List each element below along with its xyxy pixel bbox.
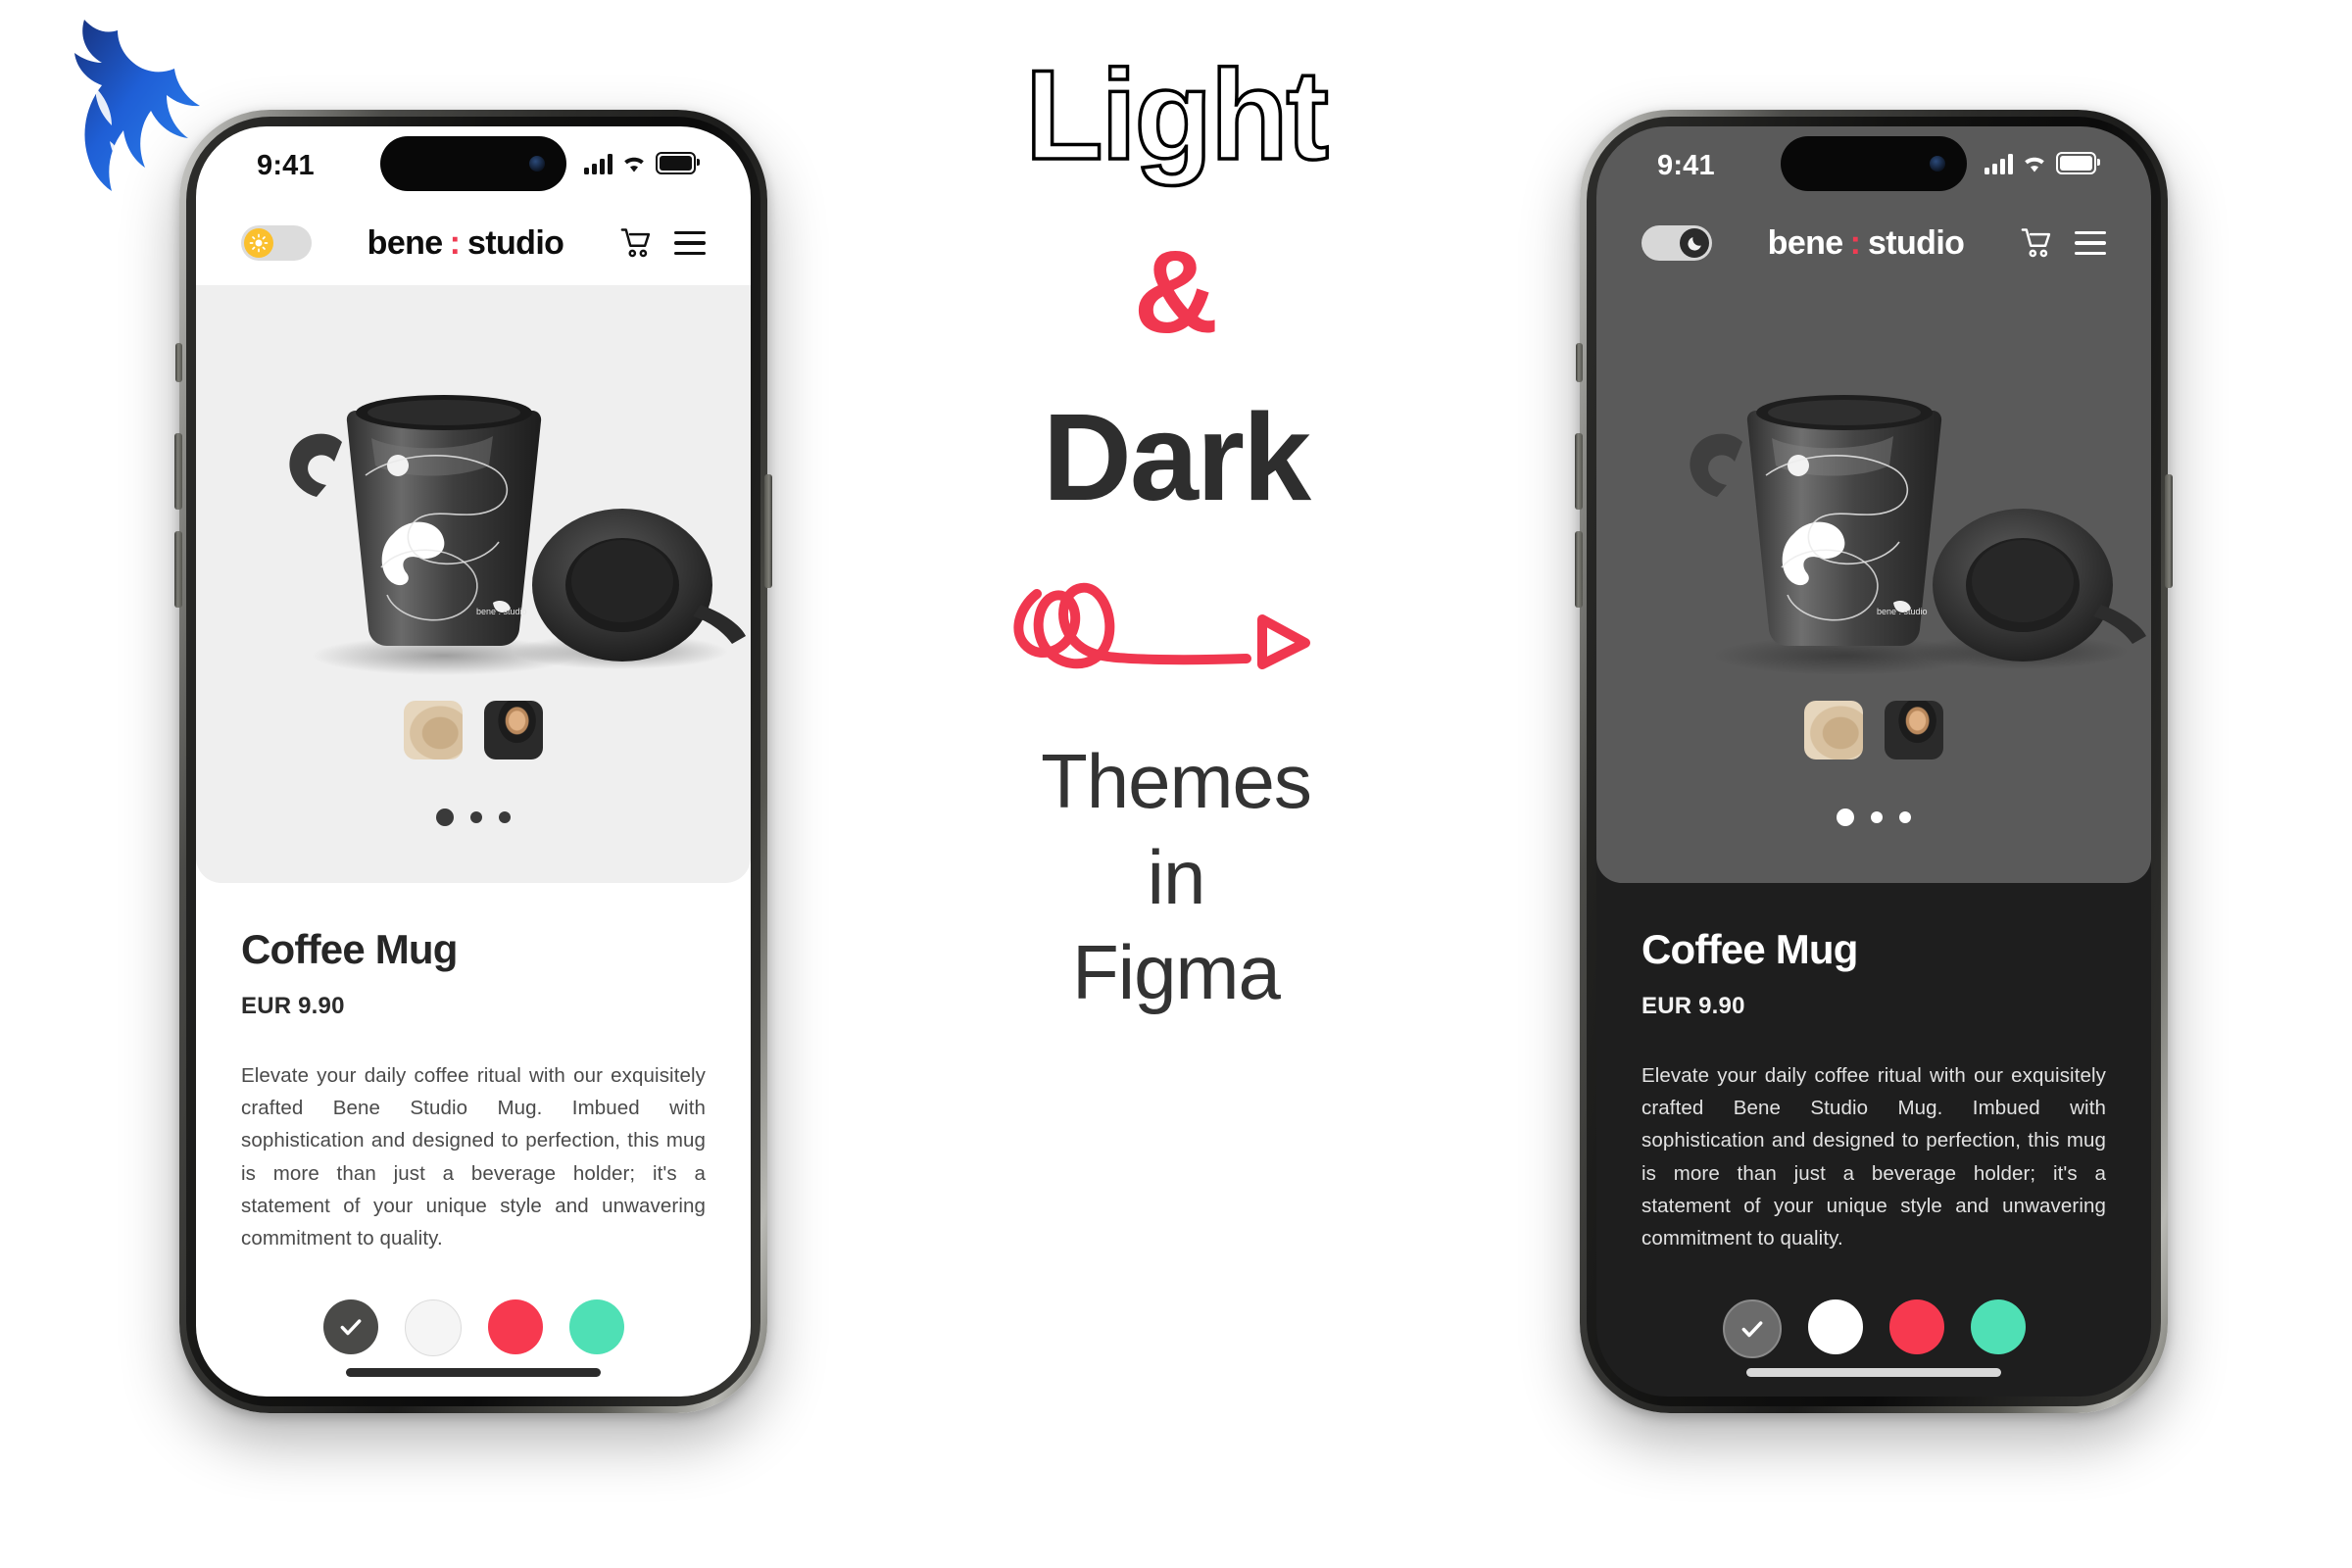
brand-wordmark: bene : studio — [312, 224, 619, 263]
signal-bars-icon — [584, 153, 612, 174]
hamburger-menu-icon[interactable] — [2075, 231, 2106, 255]
headline-line-themes: Themes — [1041, 738, 1312, 824]
color-swatch-group — [241, 1299, 706, 1357]
sun-icon — [244, 228, 273, 258]
wifi-icon — [2025, 157, 2044, 172]
phone-mockup-dark: 9:41 bene: studio bene: studio Coffee … — [1575, 110, 2173, 1413]
color-swatch-white[interactable] — [404, 1299, 462, 1357]
volume-down-button[interactable] — [1575, 531, 1583, 608]
gallery-thumbnails — [1804, 701, 1943, 760]
power-button[interactable] — [2165, 474, 2173, 588]
app-bar-actions — [619, 227, 706, 259]
color-swatch-white[interactable] — [1807, 1299, 1863, 1355]
pagination-dot-3[interactable] — [499, 811, 511, 823]
product-description: Elevate your daily coffee ritual with ou… — [1642, 1064, 2106, 1250]
power-button[interactable] — [764, 474, 772, 588]
poster-stage: 9:41 bene: studio bene: studio Coffee … — [0, 0, 2352, 1568]
theme-toggle-dark[interactable] — [1642, 225, 1712, 261]
volume-up-button[interactable] — [1575, 433, 1583, 510]
thumbnail-mug-interior[interactable] — [1804, 701, 1863, 760]
color-swatch-charcoal[interactable] — [322, 1299, 378, 1355]
signal-bars-icon — [1984, 153, 2013, 174]
hamburger-menu-icon[interactable] — [674, 231, 706, 255]
color-swatch-red[interactable] — [487, 1299, 543, 1355]
color-swatch-group — [1642, 1299, 2106, 1359]
status-bar-time: 9:41 — [257, 150, 315, 181]
product-title: Coffee Mug — [1642, 926, 1858, 972]
gallery-pagination — [1837, 808, 1911, 826]
shopping-cart-icon[interactable] — [619, 227, 653, 259]
shopping-cart-icon[interactable] — [2020, 227, 2053, 259]
status-bar-indicators — [1984, 152, 2100, 174]
brand-name-studio: studio — [1867, 223, 1965, 262]
pagination-dot-2[interactable] — [470, 811, 482, 823]
status-bar: 9:41 — [1596, 126, 2151, 201]
pagination-dot-1[interactable] — [436, 808, 454, 826]
headline-themes-in-figma: Themes in Figma — [1041, 734, 1312, 1021]
home-indicator[interactable] — [1746, 1368, 2001, 1377]
product-main-image: bene : studio — [1596, 291, 2151, 703]
brand-name-bene: bene — [1767, 223, 1844, 262]
phone-screen: 9:41 bene: studio bene: studio Coffee … — [1596, 126, 2151, 1396]
app-bar-actions — [2020, 227, 2106, 259]
color-swatch-red[interactable] — [1888, 1299, 1944, 1355]
pagination-dot-2[interactable] — [1871, 811, 1883, 823]
theme-toggle-light[interactable] — [241, 225, 312, 261]
status-bar-indicators — [584, 152, 700, 174]
wifi-icon — [624, 157, 644, 172]
product-description: Elevate your daily coffee ritual with ou… — [241, 1064, 706, 1250]
headline-line-figma: Figma — [1072, 929, 1281, 1015]
home-indicator[interactable] — [346, 1368, 601, 1377]
brand-separator: : — [1849, 224, 1861, 262]
svg-text:bene : studio: bene : studio — [476, 607, 527, 616]
moon-icon — [1680, 228, 1709, 258]
color-swatch-teal[interactable] — [1970, 1299, 2026, 1355]
phone-mockup-light: 9:41 bene: studio bene: studio Coffee … — [174, 110, 772, 1413]
product-title: Coffee Mug — [241, 926, 458, 972]
svg-text:bene : studio: bene : studio — [1877, 607, 1928, 616]
color-swatch-charcoal[interactable] — [1722, 1299, 1782, 1359]
gallery-thumbnails — [404, 701, 543, 760]
app-bar: bene : studio — [196, 201, 751, 285]
brand-name-studio: studio — [466, 223, 564, 262]
brand-separator: : — [449, 224, 461, 262]
pagination-dot-1[interactable] — [1837, 808, 1854, 826]
app-bar: bene : studio — [1596, 201, 2151, 285]
phone-screen: 9:41 bene: studio bene: studio Coffee … — [196, 126, 751, 1396]
headline-light: Light — [1023, 43, 1330, 186]
product-detail: Coffee Mug EUR 9.90 Elevate your daily c… — [1596, 883, 2151, 1396]
product-detail: Coffee Mug EUR 9.90 Elevate your daily c… — [196, 883, 751, 1396]
volume-up-button[interactable] — [174, 433, 182, 510]
product-gallery: bene : studio — [196, 285, 751, 883]
headline-line-in: in — [1147, 833, 1206, 920]
headline-dark: Dark — [1042, 388, 1311, 526]
product-gallery: bene : studio — [1596, 285, 2151, 883]
thumbnail-mug-interior[interactable] — [404, 701, 463, 760]
silence-switch[interactable] — [1576, 343, 1583, 382]
status-bar: 9:41 — [196, 126, 751, 201]
battery-full-icon — [656, 152, 700, 174]
dynamic-island — [1781, 136, 1967, 191]
pagination-dot-3[interactable] — [1899, 811, 1911, 823]
product-main-image: bene : studio — [196, 291, 751, 703]
thumbnail-hands-latte[interactable] — [1885, 701, 1943, 760]
silence-switch[interactable] — [175, 343, 182, 382]
battery-full-icon — [2056, 152, 2100, 174]
status-bar-time: 9:41 — [1657, 150, 1715, 181]
brand-name-bene: bene — [367, 223, 444, 262]
headline-ampersand: & — [1133, 226, 1219, 358]
color-swatch-teal[interactable] — [568, 1299, 624, 1355]
product-price: EUR 9.90 — [241, 993, 345, 1019]
brand-wordmark: bene : studio — [1712, 224, 2020, 263]
gallery-pagination — [436, 808, 511, 826]
center-copy: Light & Dark Themes in Figma — [980, 0, 1372, 1568]
dynamic-island — [380, 136, 566, 191]
thumbnail-hands-latte[interactable] — [484, 701, 543, 760]
product-price: EUR 9.90 — [1642, 993, 1745, 1019]
volume-down-button[interactable] — [174, 531, 182, 608]
hand-drawn-squiggle-arrow-icon — [1000, 572, 1352, 695]
